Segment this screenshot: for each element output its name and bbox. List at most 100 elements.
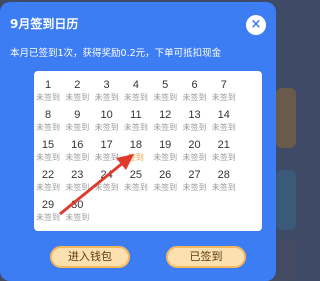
calendar-day-number: 9 <box>74 109 81 121</box>
calendar-day-status: 未签到 <box>65 123 90 132</box>
calendar-day-number: 25 <box>129 169 143 181</box>
signed-in-button[interactable]: 已签到 <box>166 246 246 268</box>
calendar-day-status: 未签到 <box>94 183 119 192</box>
calendar-day-status: 未签到 <box>182 183 207 192</box>
calendar-day: 14 未签到 <box>208 109 240 137</box>
calendar-day-status: 未签到 <box>65 153 90 162</box>
calendar-day-number: 21 <box>217 139 230 151</box>
calendar-day: 25 未签到 <box>120 169 152 197</box>
calendar-day: 17 未签到 <box>91 139 123 167</box>
calendar-day-status: 未签到 <box>36 93 60 102</box>
calendar-day: 11 未签到 <box>120 109 152 137</box>
calendar-day-number: 20 <box>188 139 201 151</box>
calendar-day-number: 16 <box>71 139 84 151</box>
calendar-day-status: 未签到 <box>36 183 60 192</box>
calendar-day-number: 12 <box>159 109 172 121</box>
calendar-day: 19 未签到 <box>149 139 181 167</box>
calendar-day: 18 签到 <box>120 139 152 167</box>
calendar-day: 13 未签到 <box>179 109 211 137</box>
modal-title: 9月签到日历 <box>10 17 79 31</box>
calendar-day-number: 14 <box>217 109 230 121</box>
calendar-day-number: 27 <box>188 169 201 181</box>
calendar-day-number: 24 <box>100 169 113 181</box>
calendar-day-status: 未签到 <box>94 153 119 162</box>
calendar-day-status: 未签到 <box>36 123 60 132</box>
close-button[interactable]: × <box>246 15 266 35</box>
calendar-day: 12 未签到 <box>149 109 181 137</box>
enter-wallet-button[interactable]: 进入钱包 <box>50 246 130 268</box>
calendar-day-status: 未签到 <box>65 183 90 192</box>
calendar-day: 6 未签到 <box>179 79 211 107</box>
calendar-day-status: 未签到 <box>182 123 207 132</box>
background-card <box>276 88 296 148</box>
calendar-day-status: 未签到 <box>211 183 236 192</box>
calendar-day-number: 4 <box>132 79 139 91</box>
calendar-day-number: 11 <box>130 109 142 121</box>
calendar-day-number: 10 <box>100 109 113 121</box>
calendar-day: 4 未签到 <box>120 79 152 107</box>
calendar-day: 9 未签到 <box>61 109 93 137</box>
calendar-day: 7 未签到 <box>208 79 240 107</box>
checkin-calendar-modal: 9月签到日历 × 本月已签到1次，获得奖励0.2元，下单可抵扣现金 1 未签到 2 未… <box>0 2 276 281</box>
calendar-day-number: 26 <box>159 169 172 181</box>
close-icon: × <box>250 17 262 32</box>
calendar-day: 5 未签到 <box>149 79 181 107</box>
calendar-day-number: 23 <box>71 169 84 181</box>
calendar-day: 20 未签到 <box>179 139 211 167</box>
calendar-day: 3 未签到 <box>91 79 123 107</box>
calendar-day-status: 未签到 <box>153 153 178 162</box>
calendar-day: 24 未签到 <box>91 169 123 197</box>
calendar-day-status: 签到 <box>127 153 144 162</box>
calendar-day-number: 29 <box>41 199 55 211</box>
calendar-day-status: 未签到 <box>211 93 236 102</box>
calendar-day: 21 未签到 <box>208 139 240 167</box>
calendar-day-status: 未签到 <box>182 93 207 102</box>
calendar-day: 15 未签到 <box>32 139 64 167</box>
calendar-day: 29 未签到 <box>32 199 64 227</box>
calendar-day-status: 未签到 <box>153 123 178 132</box>
calendar-day: 27 未签到 <box>179 169 211 197</box>
background-card <box>276 170 296 230</box>
calendar-day-number: 8 <box>44 109 52 121</box>
calendar-day-number: 3 <box>103 79 110 91</box>
calendar-day-number: 30 <box>71 199 84 211</box>
calendar-day: 28 未签到 <box>208 169 240 197</box>
calendar-day: 10 未签到 <box>91 109 123 137</box>
calendar-day: 16 未签到 <box>61 139 93 167</box>
calendar-day-number: 13 <box>188 109 201 121</box>
calendar-day-status: 未签到 <box>153 93 178 102</box>
calendar-day-number: 2 <box>74 79 81 91</box>
calendar-day-status: 未签到 <box>94 93 119 102</box>
calendar-day: 2 未签到 <box>61 79 93 107</box>
calendar-day-number: 15 <box>41 139 55 151</box>
calendar-grid: 1 未签到 2 未签到 3 未签到 4 未签到 5 未签到 6 未签到 7 未签到 8 未签到 9 未签到 10 未签… <box>34 71 262 231</box>
calendar-day: 1 未签到 <box>32 79 64 107</box>
calendar-day: 22 未签到 <box>32 169 64 197</box>
calendar-day-number: 6 <box>191 79 198 91</box>
calendar-day-status: 未签到 <box>153 183 178 192</box>
calendar-day-number: 1 <box>44 79 52 91</box>
calendar-day-status: 未签到 <box>211 153 236 162</box>
calendar-day-number: 5 <box>162 79 169 91</box>
calendar-day: 8 未签到 <box>32 109 64 137</box>
calendar-day: 26 未签到 <box>149 169 181 197</box>
calendar-day-status: 未签到 <box>123 123 148 132</box>
calendar-day-status: 未签到 <box>36 213 60 222</box>
calendar-day-number: 28 <box>217 169 230 181</box>
calendar-day-status: 未签到 <box>36 153 60 162</box>
calendar-day-status: 未签到 <box>123 183 148 192</box>
calendar-day-status: 未签到 <box>123 93 148 102</box>
calendar-day-number: 18 <box>129 139 143 151</box>
calendar-day-number: 7 <box>220 79 227 91</box>
calendar-day-status: 未签到 <box>65 93 90 102</box>
calendar-day-status: 未签到 <box>182 153 207 162</box>
calendar-day-status: 未签到 <box>65 213 90 222</box>
calendar-day-number: 19 <box>159 139 172 151</box>
calendar-day-status: 未签到 <box>211 123 236 132</box>
calendar-day: 23 未签到 <box>61 169 93 197</box>
calendar-day: 30 未签到 <box>61 199 93 227</box>
calendar-day-number: 22 <box>41 169 55 181</box>
checkin-summary: 本月已签到1次，获得奖励0.2元，下单可抵扣现金 <box>10 48 222 59</box>
calendar-day-number: 17 <box>100 139 113 151</box>
calendar-day-status: 未签到 <box>94 123 119 132</box>
